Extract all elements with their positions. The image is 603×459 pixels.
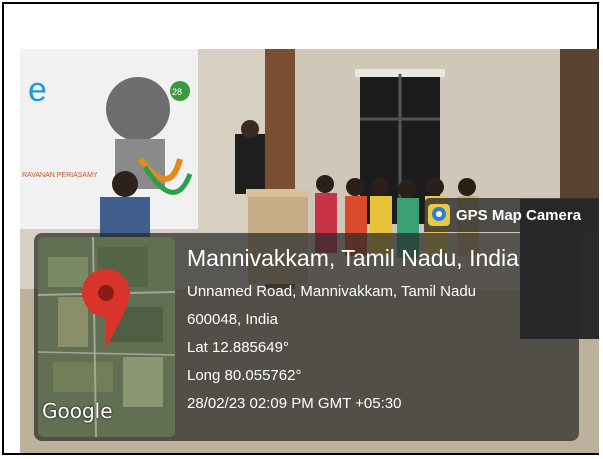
app-label: GPS Map Camera <box>456 206 582 224</box>
gps-map-camera-badge: GPS Map Camera <box>424 198 599 232</box>
svg-text:e: e <box>28 71 47 109</box>
location-info-box: Google Mannivakkam, Tamil Nadu, India Un… <box>34 233 579 441</box>
google-logo: Google <box>42 399 113 423</box>
datetime: 28/02/23 02:09 PM GMT +05:30 <box>187 395 402 412</box>
gps-map-camera-icon <box>428 204 450 226</box>
address-line-2: 600048, India <box>187 311 278 328</box>
longitude: Long 80.055762° <box>187 367 302 384</box>
place-title: Mannivakkam, Tamil Nadu, India <box>187 245 519 271</box>
banner-name-text: RAVANAN PERIASAMY <box>22 172 98 179</box>
banner-badge-text: 28 <box>172 87 182 97</box>
event-photo: 28 e RAVANAN PERIASAMY GPS Map Camera Go… <box>20 49 599 453</box>
location-text: Mannivakkam, Tamil Nadu, India Unnamed R… <box>187 245 519 418</box>
address-line-1: Unnamed Road, Mannivakkam, Tamil Nadu <box>187 283 477 300</box>
map-thumbnail: Google <box>38 237 175 437</box>
latitude: Lat 12.885649° <box>187 339 289 356</box>
